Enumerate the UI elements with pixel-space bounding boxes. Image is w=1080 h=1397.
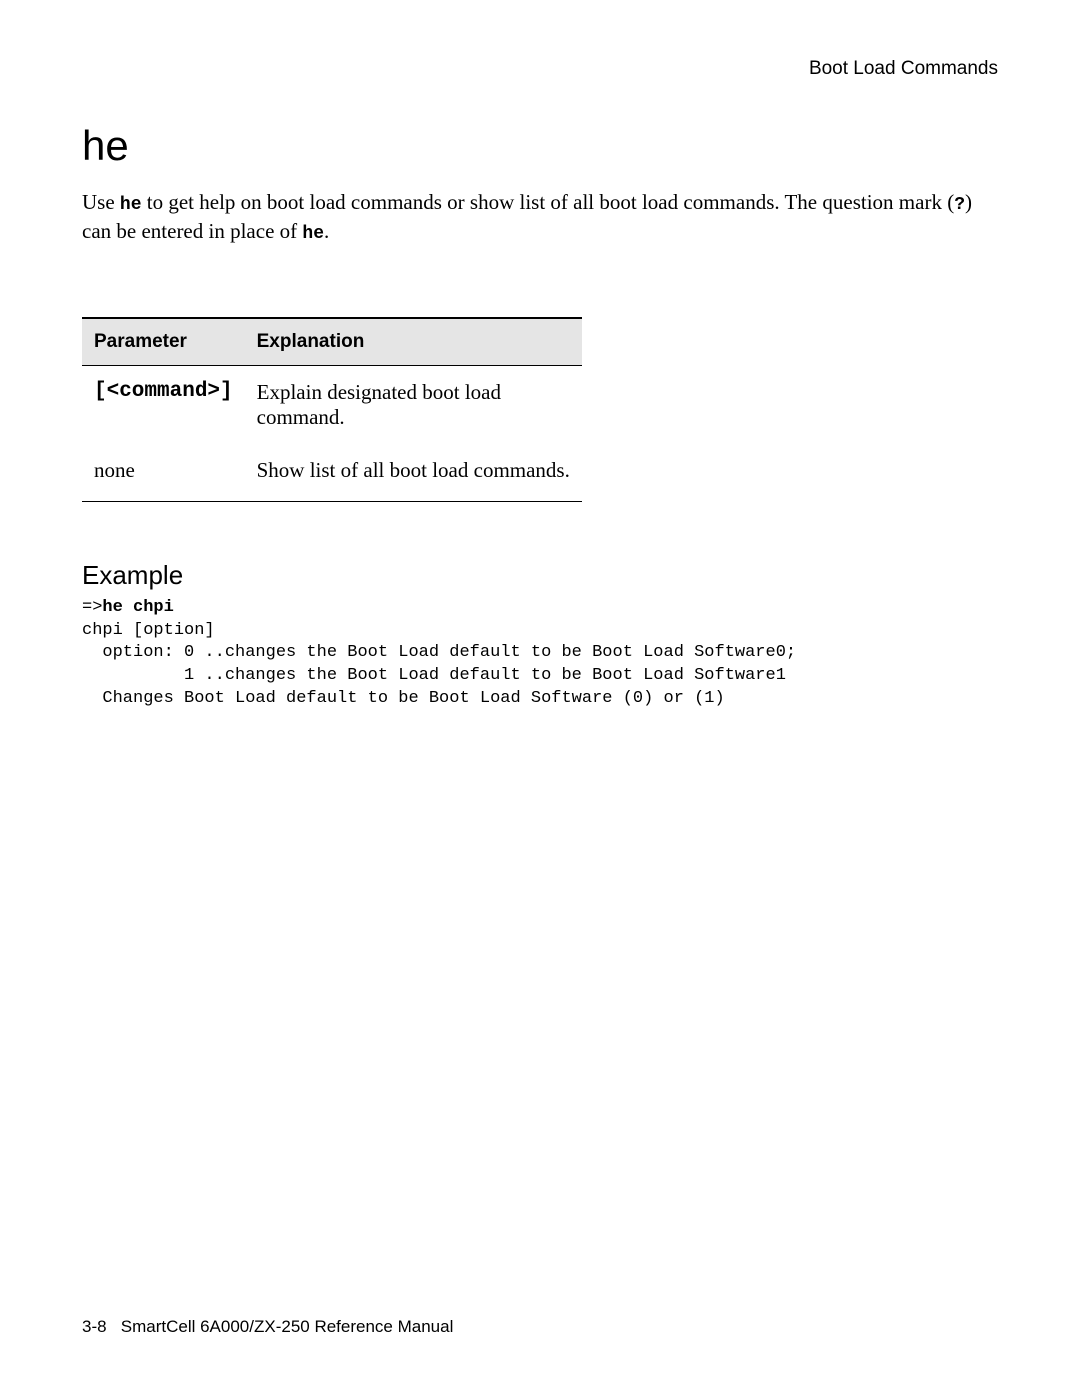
page: Boot Load Commands he Use he to get help… bbox=[0, 0, 1080, 1397]
table-row: none Show list of all boot load commands… bbox=[82, 444, 582, 502]
param-cell: [<command>] bbox=[82, 365, 245, 444]
running-header: Boot Load Commands bbox=[82, 58, 998, 80]
he-command-inline: he bbox=[302, 224, 324, 244]
col-header-parameter: Parameter bbox=[82, 318, 245, 366]
page-title: he bbox=[82, 122, 998, 170]
intro-text: . bbox=[324, 219, 329, 243]
example-output: chpi [option] option: 0 ..changes the Bo… bbox=[82, 621, 796, 709]
explanation-cell: Explain designated boot load command. bbox=[245, 365, 582, 444]
table-header-row: Parameter Explanation bbox=[82, 318, 582, 366]
example-heading: Example bbox=[82, 560, 998, 591]
page-number: 3-8 bbox=[82, 1317, 107, 1336]
example-block: =>he chpi chpi [option] option: 0 ..chan… bbox=[82, 597, 998, 712]
parameter-table: Parameter Explanation [<command>] Explai… bbox=[82, 317, 582, 502]
col-header-explanation: Explanation bbox=[245, 318, 582, 366]
doc-title: SmartCell 6A000/ZX-250 Reference Manual bbox=[121, 1317, 454, 1336]
question-mark-inline: ? bbox=[954, 195, 965, 215]
table-row: [<command>] Explain designated boot load… bbox=[82, 365, 582, 444]
example-command: he chpi bbox=[102, 598, 173, 617]
intro-paragraph: Use he to get help on boot load commands… bbox=[82, 188, 998, 247]
param-cell: none bbox=[82, 444, 245, 502]
prompt: => bbox=[82, 598, 102, 617]
explanation-cell: Show list of all boot load commands. bbox=[245, 444, 582, 502]
page-footer: 3-8 SmartCell 6A000/ZX-250 Reference Man… bbox=[82, 1317, 453, 1337]
he-command-inline: he bbox=[120, 195, 142, 215]
intro-text: to get help on boot load commands or sho… bbox=[142, 190, 955, 214]
intro-text: Use bbox=[82, 190, 120, 214]
